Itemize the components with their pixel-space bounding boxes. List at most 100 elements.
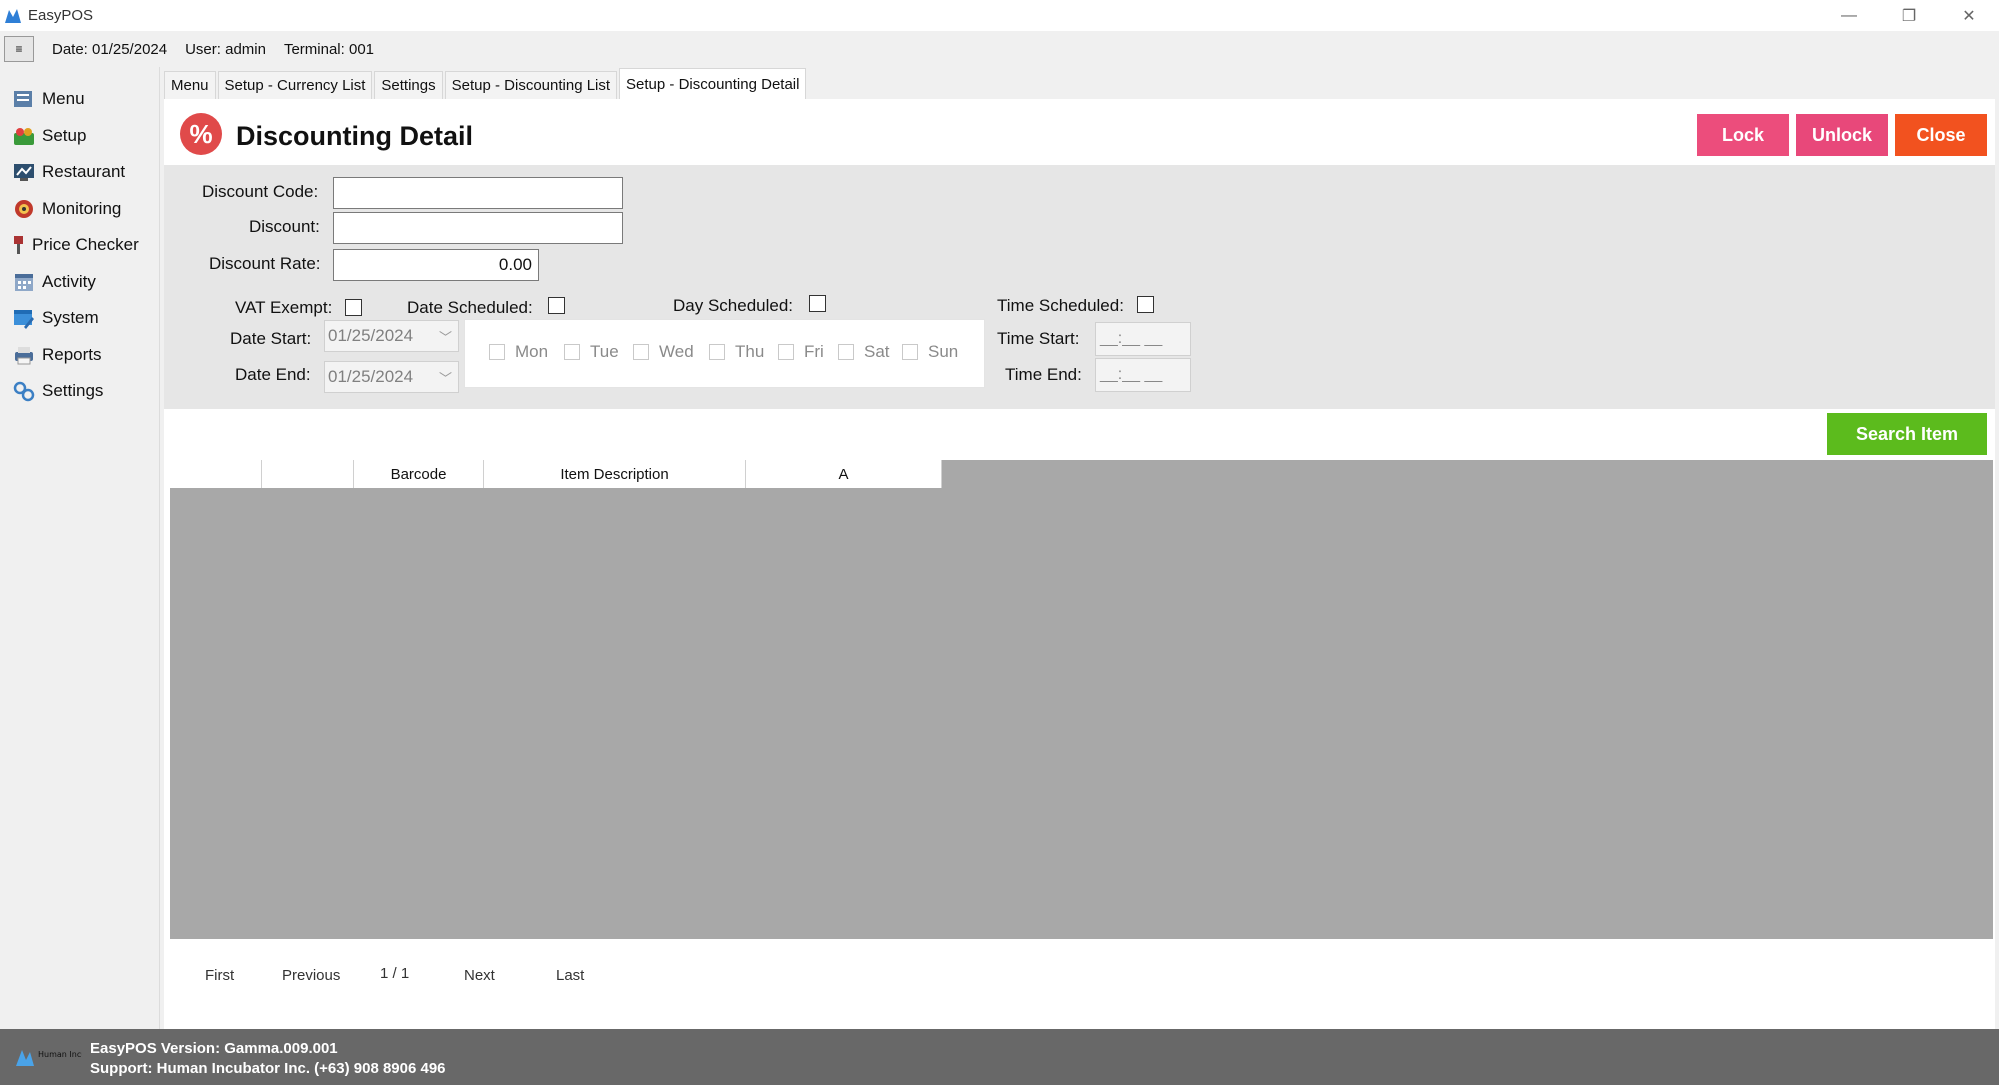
reports-icon (15, 346, 33, 365)
sidebar-item-settings[interactable]: Settings (0, 373, 159, 410)
page-header: % Discounting Detail Lock Unlock Close (164, 99, 1995, 165)
day-fri[interactable]: Fri (778, 342, 824, 362)
price-checker-icon (14, 236, 23, 255)
tab-setup-currency-list[interactable]: Setup - Currency List (217, 71, 373, 99)
grid-column-header[interactable] (262, 460, 354, 488)
info-bar: ≡ Date: 01/25/2024 User: admin Terminal:… (0, 31, 1999, 67)
grid-header: Barcode Item Description A (170, 460, 942, 488)
tab-strip: Menu Setup - Currency List Settings Setu… (164, 68, 808, 99)
day-sun-checkbox[interactable] (902, 344, 918, 360)
next-page-button[interactable]: Next (464, 967, 495, 984)
time-end-label: Time End: (1005, 365, 1082, 384)
day-thu-checkbox[interactable] (709, 344, 725, 360)
sidebar-item-menu[interactable]: Menu (0, 81, 159, 118)
day-sun[interactable]: Sun (902, 342, 958, 362)
human-incubator-logo: Human Incubator (16, 1050, 82, 1066)
page-title: Discounting Detail (236, 121, 474, 151)
sidebar-item-label: Activity (42, 271, 96, 291)
sidebar-item-setup[interactable]: Setup (0, 118, 159, 155)
sidebar-item-label: Reports (42, 344, 102, 364)
sidebar-item-system[interactable]: System (0, 300, 159, 337)
chevron-down-icon: ﹀ (438, 330, 452, 345)
current-user: User: admin (185, 40, 266, 58)
status-footer: Human Incubator EasyPOS Version: Gamma.0… (0, 1029, 1999, 1085)
day-tue[interactable]: Tue (564, 342, 619, 362)
day-mon[interactable]: Mon (489, 342, 548, 362)
discount-code-input[interactable] (333, 177, 623, 209)
grid-column-a[interactable]: A (746, 460, 942, 488)
tab-setup-discounting-list[interactable]: Setup - Discounting List (444, 71, 618, 99)
vat-exempt-checkbox[interactable] (345, 299, 362, 316)
day-mon-checkbox[interactable] (489, 344, 505, 360)
discounting-detail-panel: % Discounting Detail Lock Unlock Close D… (164, 99, 1995, 1029)
page-indicator: 1 / 1 (380, 965, 410, 982)
sidebar-item-label: Settings (42, 381, 104, 401)
close-window-button[interactable]: ✕ (1939, 0, 1999, 31)
date-end-label: Date End: (235, 365, 311, 384)
date-scheduled-label: Date Scheduled: (407, 298, 533, 317)
discount-input[interactable] (333, 212, 623, 244)
tab-menu[interactable]: Menu (164, 71, 216, 99)
first-page-button[interactable]: First (205, 967, 234, 984)
sidebar-item-label: Monitoring (42, 198, 122, 218)
monitoring-icon (15, 199, 33, 218)
sidebar-item-price-checker[interactable]: Price Checker (0, 227, 159, 264)
day-mon-label: Mon (515, 342, 549, 361)
time-start-input[interactable]: __:__ __ (1095, 322, 1191, 356)
day-thu-label: Thu (735, 342, 765, 361)
minimize-button[interactable]: — (1819, 0, 1879, 31)
lock-button[interactable]: Lock (1697, 114, 1789, 156)
discount-rate-label: Discount Rate: (209, 254, 321, 273)
day-wed-checkbox[interactable] (633, 344, 649, 360)
easypos-logo-icon (5, 8, 21, 23)
time-start-label: Time Start: (997, 329, 1080, 348)
sidebar-item-restaurant[interactable]: Restaurant (0, 154, 159, 191)
sidebar-item-label: Restaurant (42, 162, 126, 182)
day-scheduled-checkbox[interactable] (809, 295, 826, 312)
day-fri-checkbox[interactable] (778, 344, 794, 360)
day-wed[interactable]: Wed (633, 342, 694, 362)
tab-settings[interactable]: Settings (374, 71, 443, 99)
sidebar-item-label: Price Checker (32, 235, 139, 255)
day-sat[interactable]: Sat (838, 342, 890, 362)
discount-percent-icon: % (180, 113, 222, 155)
restore-button[interactable]: ❐ (1879, 0, 1939, 31)
day-sun-label: Sun (928, 342, 959, 361)
grid-column-header[interactable] (170, 460, 262, 488)
sidebar: Menu Setup Restaurant Monitoring Price C… (0, 67, 160, 1029)
sidebar-item-activity[interactable]: Activity (0, 264, 159, 301)
time-end-input[interactable]: __:__ __ (1095, 358, 1191, 392)
sidebar-toggle-button[interactable]: ≡ (4, 36, 34, 62)
discount-code-label: Discount Code: (202, 182, 319, 201)
version-text: EasyPOS Version: Gamma.009.001 (90, 1040, 338, 1057)
date-scheduled-checkbox[interactable] (548, 297, 565, 314)
date-start-label: Date Start: (230, 329, 312, 348)
date-start-picker[interactable]: 01/25/2024 ﹀ (324, 320, 459, 352)
items-grid[interactable]: Barcode Item Description A (170, 460, 1993, 939)
activity-icon (15, 273, 33, 291)
discount-rate-input[interactable]: 0.00 (333, 249, 539, 281)
setup-icon (14, 127, 34, 145)
grid-column-item-description[interactable]: Item Description (484, 460, 746, 488)
unlock-button[interactable]: Unlock (1796, 114, 1888, 156)
day-schedule-box: Mon Tue Wed Thu Fri Sat Sun (464, 319, 985, 388)
day-tue-checkbox[interactable] (564, 344, 580, 360)
sidebar-item-monitoring[interactable]: Monitoring (0, 191, 159, 228)
tab-setup-discounting-detail[interactable]: Setup - Discounting Detail (619, 68, 807, 99)
close-button[interactable]: Close (1895, 114, 1987, 156)
window-title: EasyPOS (28, 7, 94, 24)
search-item-button[interactable]: Search Item (1827, 413, 1987, 455)
last-page-button[interactable]: Last (556, 967, 584, 984)
menu-icon (14, 91, 32, 108)
sidebar-item-reports[interactable]: Reports (0, 337, 159, 374)
day-thu[interactable]: Thu (709, 342, 764, 362)
day-wed-label: Wed (659, 342, 694, 361)
discount-label: Discount: (249, 217, 320, 236)
chevron-down-icon: ﹀ (438, 371, 452, 386)
grid-column-barcode[interactable]: Barcode (354, 460, 484, 488)
previous-page-button[interactable]: Previous (282, 967, 340, 984)
day-sat-checkbox[interactable] (838, 344, 854, 360)
time-scheduled-checkbox[interactable] (1137, 296, 1154, 313)
date-end-picker[interactable]: 01/25/2024 ﹀ (324, 361, 459, 393)
sidebar-item-label: System (42, 308, 99, 328)
